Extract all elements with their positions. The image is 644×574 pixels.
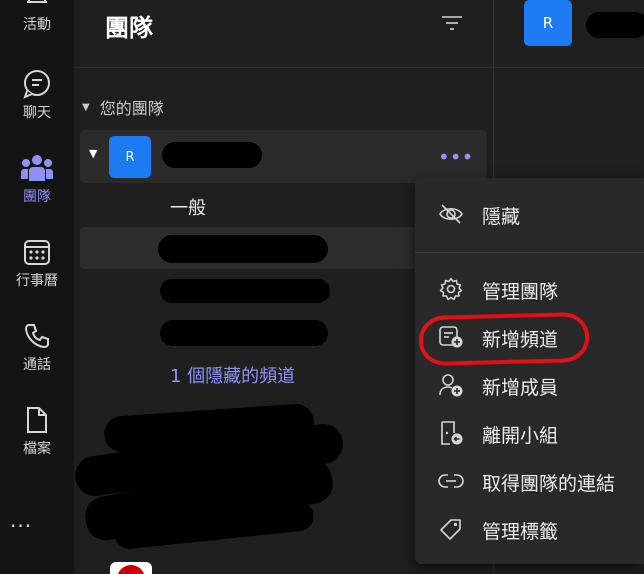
chevron-down-icon: ▼ xyxy=(89,147,98,160)
menu-item-manage-tags[interactable]: 管理標籤 xyxy=(415,507,644,551)
rail-teams[interactable]: 團隊 xyxy=(0,142,74,214)
menu-item-manage-team[interactable]: 管理團隊 xyxy=(415,267,644,311)
menu-item-hide[interactable]: 隱藏 xyxy=(415,192,644,236)
redacted-channel-name xyxy=(160,279,330,303)
rail-label: 通話 xyxy=(23,356,51,373)
chat-icon xyxy=(20,67,54,101)
rail-files[interactable]: 檔案 xyxy=(0,394,74,466)
tag-icon xyxy=(437,516,465,542)
leave-team-icon xyxy=(437,420,465,446)
menu-item-add-member[interactable]: 新增成員 xyxy=(415,363,644,407)
menu-item-get-link[interactable]: 取得團隊的連結 xyxy=(415,459,644,503)
add-member-icon xyxy=(437,372,465,398)
rail-label: 聊天 xyxy=(23,104,51,121)
redacted-user-name xyxy=(586,12,644,38)
channel-label: 一般 xyxy=(170,198,206,219)
rail-label: 行事曆 xyxy=(16,272,58,289)
rail-calls[interactable]: 通話 xyxy=(0,310,74,382)
bell-icon xyxy=(20,0,54,13)
team-avatar xyxy=(110,562,152,574)
team-context-menu: 隱藏 管理團隊 新增頻道 新增成員 離開小組 取得團隊的連結 管理標籤 xyxy=(415,178,644,564)
more-apps-button[interactable]: ... xyxy=(10,508,32,532)
eye-off-icon xyxy=(437,201,465,227)
redacted-channel-name xyxy=(160,320,328,346)
menu-divider xyxy=(415,252,644,253)
section-label: 您的團隊 xyxy=(99,99,164,118)
menu-item-label: 管理標籤 xyxy=(482,521,559,543)
rail-label: 檔案 xyxy=(23,440,51,457)
highlight-annotation xyxy=(418,311,590,367)
redacted-team-name xyxy=(162,142,262,168)
menu-item-label: 管理團隊 xyxy=(482,281,559,303)
filter-icon xyxy=(442,16,462,30)
your-teams-section[interactable]: ▼ 您的團隊 xyxy=(82,95,164,119)
filter-button[interactable] xyxy=(438,10,466,36)
gear-icon xyxy=(437,276,465,302)
menu-item-label: 新增成員 xyxy=(482,377,559,399)
rail-label: 團隊 xyxy=(23,188,51,205)
right-header: R xyxy=(494,0,644,68)
menu-item-leave-team[interactable]: 離開小組 xyxy=(415,411,644,455)
rail-activity[interactable]: 活動 xyxy=(0,0,74,42)
rail-calendar[interactable]: 行事曆 xyxy=(0,226,74,298)
hidden-channels-link[interactable]: 1 個隱藏的頻道 xyxy=(170,362,295,388)
app-rail: 活動 聊天 團隊 行事曆 通話 檔案 ... xyxy=(0,0,74,574)
phone-icon xyxy=(20,319,54,353)
team-avatar: R xyxy=(109,136,151,178)
rail-chat[interactable]: 聊天 xyxy=(0,58,74,130)
panel-header: 團隊 xyxy=(74,0,493,68)
menu-item-label: 隱藏 xyxy=(482,206,521,228)
calendar-icon xyxy=(20,235,54,269)
more-options-icon[interactable]: ••• xyxy=(438,145,473,169)
page-title: 團隊 xyxy=(105,14,153,42)
file-icon xyxy=(20,403,54,437)
menu-item-label: 離開小組 xyxy=(482,425,559,447)
teams-icon xyxy=(20,151,54,185)
menu-item-label: 取得團隊的連結 xyxy=(482,473,616,495)
user-avatar[interactable]: R xyxy=(524,0,572,46)
rail-label: 活動 xyxy=(23,16,51,33)
chevron-down-icon: ▼ xyxy=(82,101,90,113)
team-row[interactable]: ▼ R ••• xyxy=(80,130,487,183)
link-icon xyxy=(437,468,465,494)
redacted-channel-name xyxy=(158,235,328,263)
